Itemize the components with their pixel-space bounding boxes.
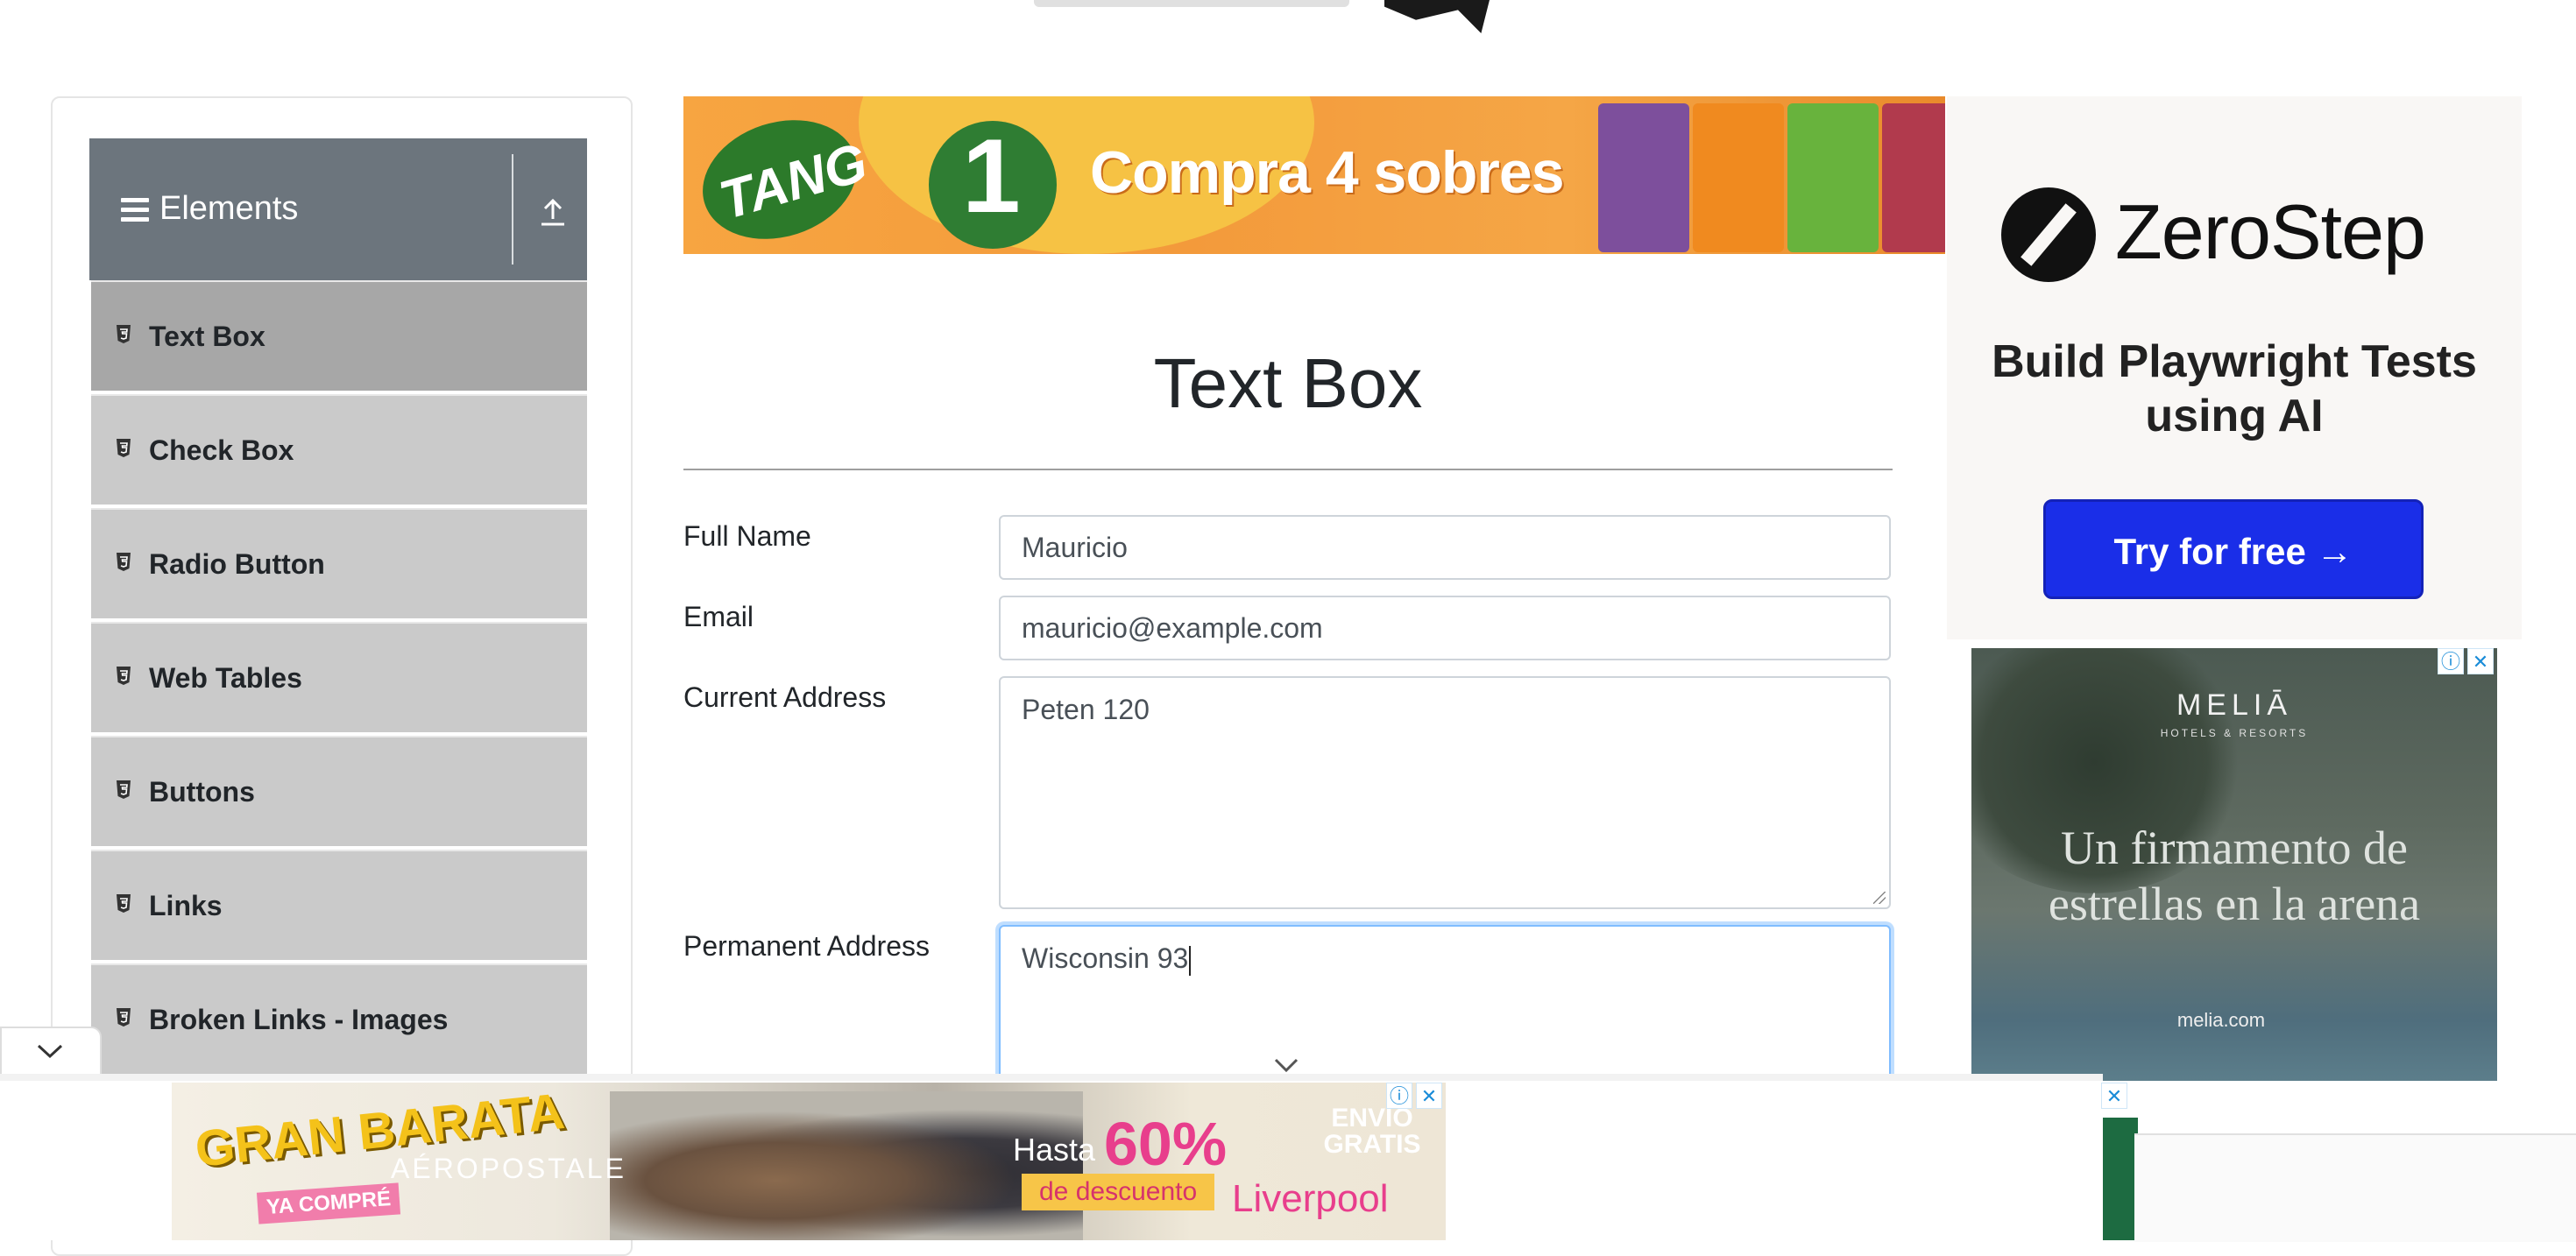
ad-close-icon[interactable]: ✕: [2101, 1083, 2127, 1109]
sidebar-item-broken-links[interactable]: Broken Links - Images: [91, 963, 587, 1074]
header-logo-fragment: [1034, 0, 1349, 7]
zerostep-tagline: Build Playwright Tests using AI: [1992, 336, 2477, 441]
menu-icon: [121, 198, 149, 222]
group-title: Elements: [159, 190, 299, 227]
ad-product-pack: [1882, 103, 1945, 252]
elements-group-header[interactable]: Elements: [89, 138, 587, 280]
text-caret: [1189, 945, 1192, 976]
email-label: Email: [683, 601, 754, 632]
full-name-value: Mauricio: [1022, 532, 1128, 563]
try-for-free-button[interactable]: Try for free →: [2043, 499, 2424, 599]
bottom-ad-top-edge: [0, 1074, 2103, 1081]
email-value: mauricio@example.com: [1022, 612, 1323, 644]
ad-close-icon[interactable]: ✕: [2467, 648, 2494, 674]
ad-info-icon[interactable]: ⓘ: [2438, 648, 2464, 674]
chevron-down-icon[interactable]: [1272, 1056, 1300, 1074]
ad-product-pack: [1787, 103, 1879, 252]
resize-handle-icon[interactable]: [1873, 892, 1886, 904]
header-logo-shape: [1384, 0, 1490, 33]
zerostep-logo-icon: [2001, 187, 2096, 282]
zerostep-brand: ZeroStep: [2115, 188, 2426, 275]
bottom-ad-edge: [2134, 1133, 2576, 1242]
ad-discount: de descuento: [1022, 1174, 1215, 1210]
bottom-ad-banner[interactable]: GRAN BARATA YA COMPRÉ AÉROPOSTALE Hasta …: [172, 1083, 1446, 1240]
current-address-textarea[interactable]: Peten 120: [999, 676, 1891, 909]
html5-icon: [117, 667, 131, 685]
melia-brand: MELIĀ: [2176, 688, 2293, 722]
ad-product-pack: [1693, 103, 1784, 252]
ad-decor: [2103, 1118, 2138, 1240]
sidebar-item-label: Links: [149, 890, 223, 921]
ad-headline: Compra 4 sobres: [1090, 139, 1565, 206]
chevron-down-icon: [37, 1044, 63, 1059]
title-divider: [683, 469, 1893, 470]
sidebar-item-radio-button[interactable]: Radio Button: [91, 508, 587, 618]
ad-prefix: Hasta: [1013, 1132, 1096, 1168]
melia-url: melia.com: [2176, 1009, 2266, 1031]
html5-icon: [117, 1008, 131, 1027]
sidebar-item-text-box[interactable]: Text Box: [91, 280, 587, 391]
permanent-address-label: Permanent Address: [683, 930, 931, 962]
melia-ad[interactable]: MELIĀ HOTELS & RESORTS Un firmamento de …: [1971, 648, 2497, 1086]
ad-brand: AÉROPOSTALE: [391, 1153, 626, 1184]
ad-number: 1: [962, 117, 1021, 235]
html5-icon: [117, 553, 131, 571]
html5-icon: [117, 780, 131, 799]
full-name-input[interactable]: Mauricio: [999, 515, 1891, 580]
sidebar-item-label: Buttons: [149, 776, 255, 808]
email-input[interactable]: mauricio@example.com: [999, 596, 1891, 660]
ad-shipping: ENVÍO GRATIS: [1323, 1104, 1421, 1159]
current-address-value: Peten 120: [1022, 694, 1150, 725]
sidebar-item-label: Radio Button: [149, 548, 325, 580]
permanent-address-value: Wisconsin 93: [1022, 942, 1189, 974]
ad-product-pack: [1598, 103, 1689, 252]
sidebar-item-check-box[interactable]: Check Box: [91, 394, 587, 505]
sidebar-item-label: Broken Links - Images: [149, 1004, 449, 1035]
zerostep-ad[interactable]: ZeroStep Build Playwright Tests using AI…: [1947, 96, 2522, 639]
current-address-label: Current Address: [683, 681, 887, 713]
collapse-tab[interactable]: [0, 1027, 102, 1077]
page-title: Text Box: [1153, 344, 1423, 422]
collapse-group-icon[interactable]: [531, 189, 575, 233]
sidebar-menu: Text Box Check Box Radio Button Web Tabl…: [91, 280, 587, 1077]
html5-icon: [117, 325, 131, 343]
sidebar-item-links[interactable]: Links: [91, 850, 587, 960]
melia-brand-sub: HOTELS & RESORTS: [2160, 727, 2309, 739]
sidebar-item-label: Check Box: [149, 434, 294, 466]
header-logo[interactable]: [1016, 0, 1507, 35]
sidebar-item-label: Text Box: [149, 321, 265, 352]
ad-badge: YA COMPRÉ: [256, 1182, 401, 1224]
ad-info-icon[interactable]: ⓘ: [1386, 1083, 1412, 1109]
ad-photo: [610, 1091, 1083, 1240]
html5-icon: [117, 894, 131, 913]
melia-tagline: Un firmamento de estrellas en la arena: [2048, 822, 2421, 930]
header-divider: [512, 154, 513, 265]
sidebar-item-web-tables[interactable]: Web Tables: [91, 622, 587, 732]
ad-percent: 60%: [1104, 1110, 1228, 1178]
html5-icon: [117, 439, 131, 457]
full-name-label: Full Name: [683, 520, 811, 552]
ad-close-icon[interactable]: ✕: [1416, 1083, 1442, 1109]
top-ad-banner[interactable]: TANG 1 Compra 4 sobres: [683, 96, 1945, 254]
sidebar-item-label: Web Tables: [149, 662, 302, 694]
sidebar-item-buttons[interactable]: Buttons: [91, 736, 587, 846]
ad-store: Liverpool: [1232, 1177, 1389, 1220]
